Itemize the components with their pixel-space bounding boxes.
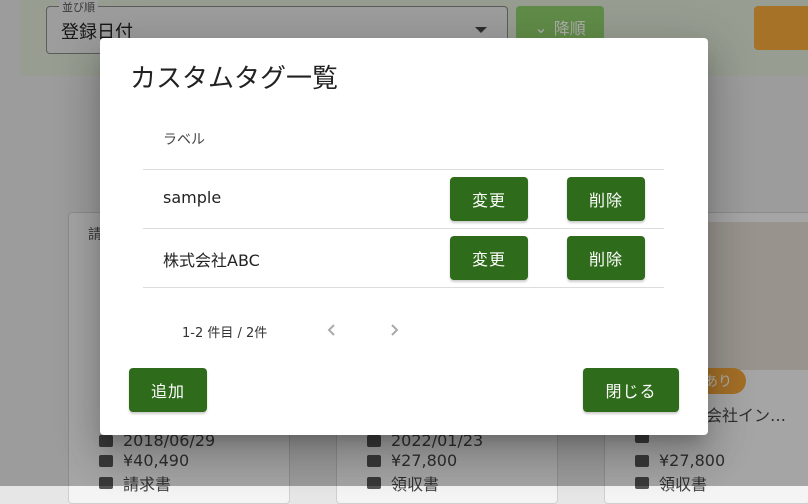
- custom-tag-dialog: カスタムタグ一覧 ラベル sample 変更 削除 株式会社ABC 変更 削除 …: [100, 38, 708, 435]
- delete-button[interactable]: 削除: [567, 236, 645, 280]
- dialog-title: カスタムタグ一覧: [130, 64, 339, 94]
- chevron-right-icon: [391, 324, 399, 336]
- add-button[interactable]: 追加: [129, 368, 207, 412]
- pagination-range: 1-2 件目 / 2件: [182, 326, 268, 341]
- tag-table: ラベル sample 変更 削除 株式会社ABC 変更 削除: [143, 132, 664, 288]
- tag-label: sample: [163, 188, 222, 207]
- edit-button[interactable]: 変更: [450, 177, 528, 221]
- chevron-left-icon: [327, 324, 335, 336]
- next-page-button[interactable]: [382, 318, 406, 342]
- table-row: 株式会社ABC 変更 削除: [143, 229, 664, 288]
- prev-page-button[interactable]: [320, 318, 344, 342]
- edit-button[interactable]: 変更: [450, 236, 528, 280]
- close-button[interactable]: 閉じる: [583, 368, 679, 412]
- tag-label: 株式会社ABC: [163, 251, 260, 270]
- delete-button[interactable]: 削除: [567, 177, 645, 221]
- table-row: sample 変更 削除: [143, 170, 664, 229]
- pagination: 1-2 件目 / 2件: [143, 308, 664, 352]
- column-header-label: ラベル: [143, 117, 664, 170]
